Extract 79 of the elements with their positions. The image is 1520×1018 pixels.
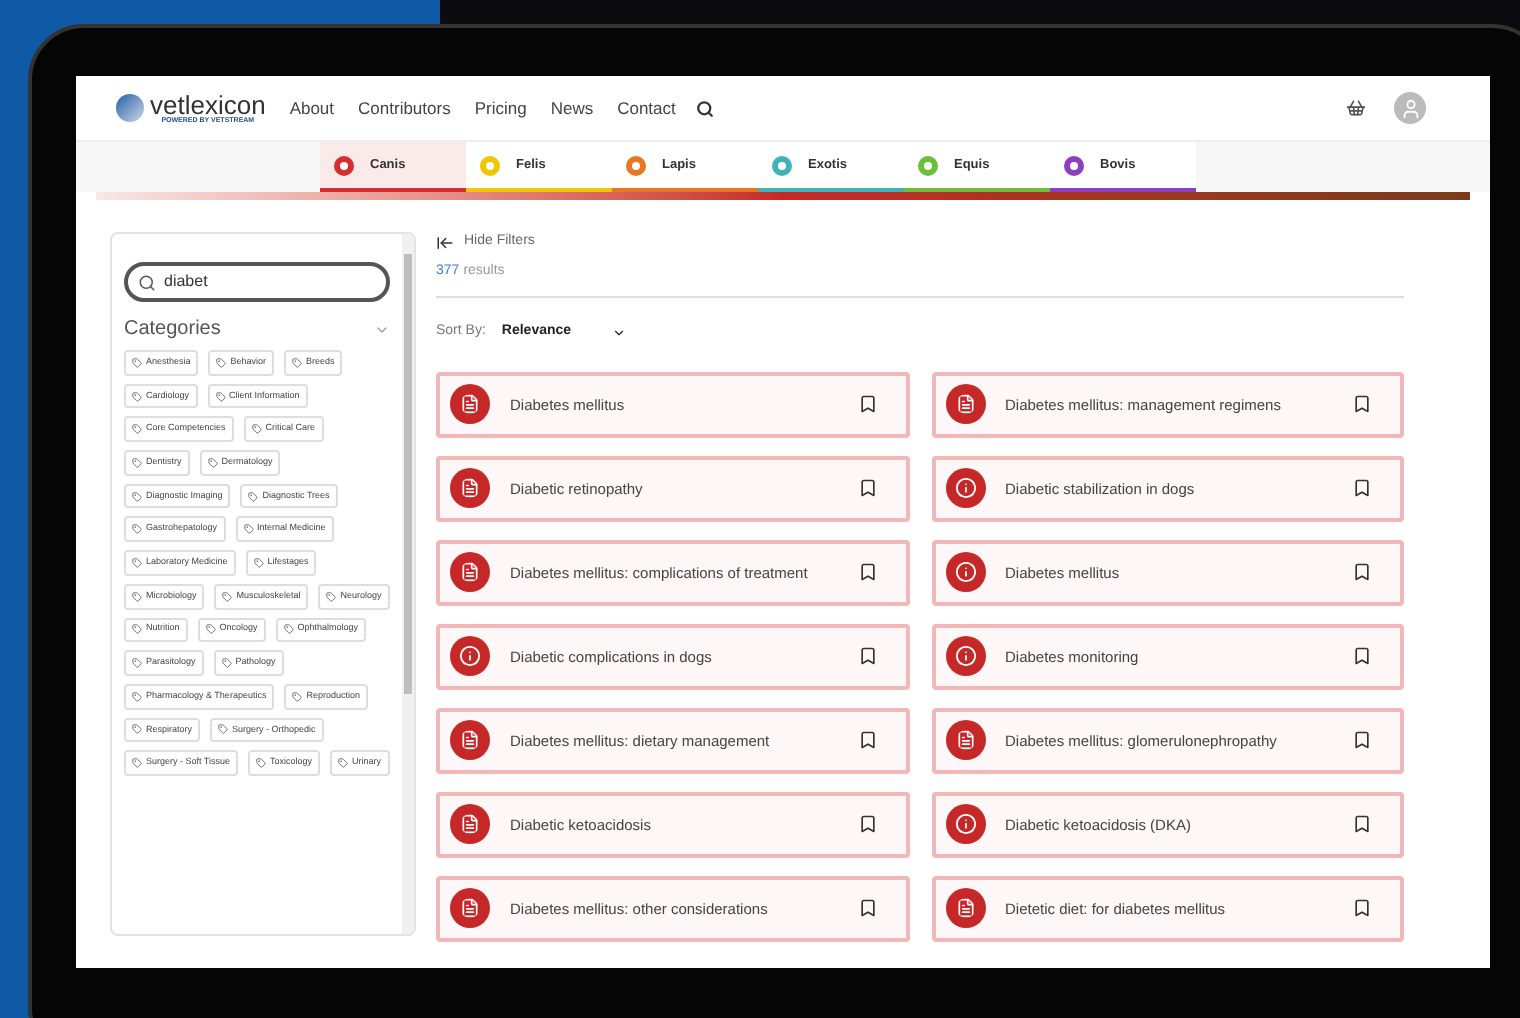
nav-link[interactable]: News xyxy=(550,95,594,121)
bookmark-icon[interactable] xyxy=(857,394,877,414)
tag-icon xyxy=(132,624,142,635)
tag-icon xyxy=(132,724,142,735)
document-icon xyxy=(450,552,490,592)
species-icon xyxy=(918,155,938,175)
tag-icon xyxy=(132,591,142,602)
bookmark-icon[interactable] xyxy=(857,814,877,834)
logo-icon xyxy=(116,94,144,122)
tag-icon xyxy=(248,491,259,502)
bookmark-icon[interactable] xyxy=(857,646,877,666)
tag-icon xyxy=(251,424,262,435)
bookmark-icon[interactable] xyxy=(857,562,877,582)
tag-icon xyxy=(205,624,216,635)
bookmark-icon[interactable] xyxy=(1352,898,1372,918)
tag-icon xyxy=(326,591,337,602)
tag-icon xyxy=(292,357,303,368)
bookmark-icon[interactable] xyxy=(857,898,877,918)
document-icon xyxy=(450,384,490,424)
tag-icon xyxy=(253,557,264,568)
nav-link[interactable]: About xyxy=(289,95,335,121)
tag-icon xyxy=(215,391,226,402)
document-icon xyxy=(450,468,490,508)
species-icon xyxy=(1064,155,1084,175)
tag-icon xyxy=(132,557,142,568)
categories-heading: Categories xyxy=(124,316,221,344)
nav-link[interactable]: Contributors xyxy=(358,95,451,121)
user-silhouette-icon xyxy=(1399,97,1421,119)
tag-icon xyxy=(221,658,232,669)
info-icon xyxy=(945,468,985,508)
basket-icon[interactable] xyxy=(1346,98,1366,118)
tag-icon xyxy=(218,724,229,735)
tag-icon xyxy=(216,357,227,368)
search-field[interactable]: diabet xyxy=(124,262,390,302)
info-icon xyxy=(945,552,985,592)
species-icon xyxy=(334,155,354,175)
document-icon xyxy=(450,888,490,928)
bookmark-icon[interactable] xyxy=(1352,562,1372,582)
tag-icon xyxy=(256,758,267,769)
document-icon xyxy=(945,384,985,424)
tag-icon xyxy=(207,457,218,468)
chevron-icon xyxy=(611,325,626,340)
document-icon xyxy=(945,720,985,760)
document-icon xyxy=(450,720,490,760)
nav-link[interactable]: Pricing xyxy=(474,95,527,121)
bookmark-icon[interactable] xyxy=(857,730,877,750)
species-icon xyxy=(626,155,646,175)
nav-link[interactable]: Contact xyxy=(617,95,676,121)
tag-icon xyxy=(132,357,142,368)
bookmark-icon[interactable] xyxy=(1352,478,1372,498)
tag-icon xyxy=(132,391,142,402)
tag-icon xyxy=(132,758,142,769)
tag-icon xyxy=(132,491,142,502)
tag-icon xyxy=(132,457,142,468)
tag-icon xyxy=(132,691,142,702)
search-icon xyxy=(138,273,156,291)
document-icon xyxy=(945,888,985,928)
tag-icon xyxy=(132,524,142,535)
tag-icon xyxy=(283,624,294,635)
tag-icon xyxy=(132,658,142,669)
bookmark-icon[interactable] xyxy=(1352,646,1372,666)
tag-icon xyxy=(338,758,349,769)
bookmark-icon[interactable] xyxy=(1352,814,1372,834)
document-icon xyxy=(450,804,490,844)
tag-icon xyxy=(243,524,254,535)
info-icon xyxy=(945,804,985,844)
tag-icon xyxy=(132,424,142,435)
collapse-icon[interactable] xyxy=(436,233,454,252)
bookmark-icon[interactable] xyxy=(857,478,877,498)
info-icon xyxy=(945,636,985,676)
bookmark-icon[interactable] xyxy=(1352,394,1372,414)
tag-icon xyxy=(292,691,303,702)
search-icon[interactable] xyxy=(695,99,714,117)
species-icon xyxy=(480,155,500,175)
info-icon xyxy=(450,636,490,676)
bookmark-icon[interactable] xyxy=(1352,730,1372,750)
tag-icon xyxy=(222,591,233,602)
species-icon xyxy=(772,155,792,175)
scrollbar[interactable] xyxy=(402,234,414,934)
